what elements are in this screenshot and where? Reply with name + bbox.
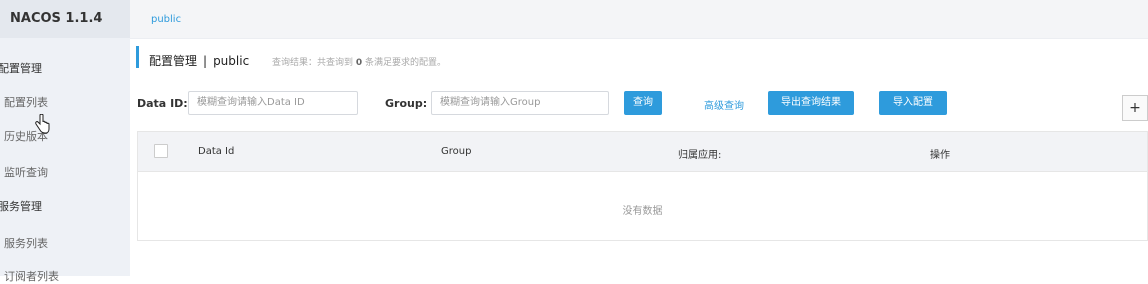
- sidebar-item-service-list[interactable]: 服务列表: [4, 235, 48, 251]
- empty-state-text: 没有数据: [622, 206, 663, 217]
- app-logo: NACOS 1.1.4: [0, 0, 130, 38]
- column-group[interactable]: Group: [441, 146, 471, 157]
- sidebar-group-service[interactable]: 服务管理: [0, 198, 42, 214]
- query-button[interactable]: 查询: [624, 91, 662, 115]
- table-header: Data Id Group 归属应用: 操作: [138, 132, 1147, 172]
- group-input[interactable]: 模糊查询请输入Group: [431, 91, 609, 115]
- column-app[interactable]: 归属应用:: [678, 146, 721, 161]
- title-accent-bar: [136, 46, 139, 68]
- import-config-button[interactable]: 导入配置: [879, 91, 947, 115]
- page-title-namespace: public: [213, 54, 250, 68]
- result-count: 0: [355, 58, 363, 68]
- sidebar: NACOS 1.1.4 配置管理 配置列表 历史版本 监听查询 服务管理 服务列…: [0, 0, 130, 283]
- sidebar-item-subscribers[interactable]: 订阅者列表: [4, 268, 59, 284]
- config-table: Data Id Group 归属应用: 操作 没有数据: [137, 131, 1148, 241]
- export-results-button[interactable]: 导出查询结果: [768, 91, 854, 115]
- edge-action-button[interactable]: +: [1122, 95, 1148, 121]
- dataid-label: Data ID:: [137, 97, 188, 110]
- result-suffix: 条满足要求的配置。: [365, 58, 447, 68]
- sidebar-item-listener[interactable]: 监听查询: [4, 164, 48, 180]
- result-prefix: 查询结果：共查询到: [272, 58, 354, 68]
- dataid-input[interactable]: 模糊查询请输入Data ID: [188, 91, 358, 115]
- main-content: public 配置管理 | public 查询结果：共查询到 0 条满足要求的配置。…: [130, 0, 1148, 276]
- hand-cursor-icon: [35, 114, 50, 134]
- sidebar-group-config[interactable]: 配置管理: [0, 60, 42, 76]
- page-title-text: 配置管理: [149, 54, 198, 68]
- select-all-checkbox[interactable]: [154, 144, 168, 158]
- column-data-id[interactable]: Data Id: [198, 146, 234, 157]
- column-actions: 操作: [930, 150, 950, 161]
- namespace-bar: public: [130, 0, 1148, 39]
- title-separator: |: [203, 54, 208, 68]
- group-label: Group:: [385, 97, 428, 110]
- namespace-tab-public[interactable]: public: [151, 14, 181, 25]
- advanced-query-link[interactable]: 高级查询: [704, 97, 744, 112]
- page-title: 配置管理 | public: [149, 52, 249, 69]
- query-result-summary: 查询结果：共查询到 0 条满足要求的配置。: [272, 55, 446, 68]
- sidebar-item-config-list[interactable]: 配置列表: [4, 94, 48, 110]
